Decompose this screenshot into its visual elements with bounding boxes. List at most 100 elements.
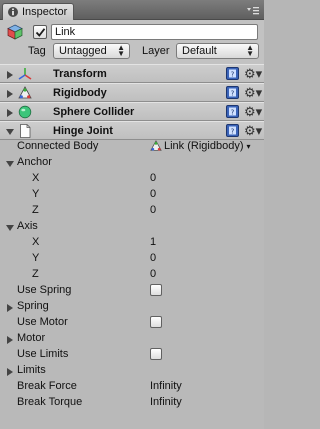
use-motor-row: Use Motor — [0, 315, 264, 331]
help-book-icon[interactable]: ? — [226, 67, 239, 80]
anchor-y-row: Y 0 — [0, 187, 264, 203]
connected-body-field[interactable]: Link (Rigidbody) ▾ — [150, 140, 251, 152]
rigidbody-icon — [18, 86, 32, 100]
axis-label: Axis — [17, 220, 38, 232]
break-force-label: Break Force — [17, 380, 77, 392]
rigidbody-icon — [150, 140, 162, 152]
axis-z-field[interactable]: 0 — [150, 268, 156, 280]
help-book-icon[interactable]: ? — [226, 124, 239, 137]
tab-label: Inspector — [22, 6, 68, 18]
anchor-label: Anchor — [17, 156, 52, 168]
object-picker-arrow-icon[interactable]: ▾ — [246, 142, 250, 151]
svg-text:?: ? — [231, 89, 235, 97]
help-book-icon[interactable]: ? — [226, 86, 239, 99]
tag-value: Untagged — [59, 45, 107, 57]
cube-icon — [7, 24, 23, 40]
info-icon — [7, 6, 19, 18]
gear-icon[interactable]: ⚙▾ — [244, 67, 262, 81]
use-spring-checkbox[interactable] — [150, 284, 162, 296]
anchor-x-row: X 0 — [0, 171, 264, 187]
axis-z-row: Z 0 — [0, 267, 264, 283]
connected-body-label: Connected Body — [17, 140, 99, 152]
component-transform[interactable]: Transform ? ⚙▾ — [0, 64, 264, 83]
use-motor-label: Use Motor — [17, 316, 68, 328]
window-tab-bar: Inspector — [0, 0, 264, 20]
anchor-x-field[interactable]: 0 — [150, 172, 156, 184]
spring-label: Spring — [17, 300, 49, 312]
break-torque-field[interactable]: Infinity — [150, 396, 182, 408]
limits-label: Limits — [17, 364, 46, 376]
break-torque-row: Break Torque Infinity — [0, 395, 264, 411]
inspector-panel: Link Tag Untagged ▲▼ Layer Default ▲▼ — [0, 20, 264, 429]
axis-y-field[interactable]: 0 — [150, 252, 156, 264]
layer-dropdown[interactable]: Default ▲ ▼ — [176, 43, 259, 59]
help-book-icon[interactable]: ? — [226, 105, 239, 118]
anchor-z-row: Z 0 — [0, 203, 264, 219]
active-checkbox[interactable] — [33, 25, 47, 39]
component-sphere-collider[interactable]: Sphere Collider ? ⚙▾ — [0, 102, 264, 121]
layer-label: Layer — [142, 45, 170, 57]
break-force-field[interactable]: Infinity — [150, 380, 182, 392]
transform-axes-icon — [18, 67, 32, 81]
connected-body-value: Link (Rigidbody) — [164, 140, 244, 152]
object-header: Link Tag Untagged ▲ ▼ Layer Default ▲ ▼ — [0, 20, 264, 65]
gear-icon[interactable]: ⚙▾ — [244, 86, 262, 100]
connected-body-row: Connected Body Link (Rigidbody) ▾ — [0, 139, 264, 155]
inspector-tab[interactable]: Inspector — [2, 3, 74, 20]
axis-foldout[interactable]: Axis — [0, 219, 264, 235]
axis-z-label: Z — [32, 268, 39, 280]
expanded-arrow-icon[interactable] — [6, 159, 14, 167]
object-name-field[interactable]: Link — [51, 24, 258, 40]
motor-foldout[interactable]: Motor — [0, 331, 264, 347]
collapsed-arrow-icon[interactable] — [6, 367, 14, 376]
panel-menu-icon[interactable] — [246, 6, 260, 16]
axis-x-label: X — [32, 172, 40, 184]
break-torque-label: Break Torque — [17, 396, 83, 408]
component-title: Rigidbody — [53, 87, 107, 99]
svg-text:?: ? — [231, 70, 235, 78]
anchor-foldout[interactable]: Anchor — [0, 155, 264, 171]
axis-y-label: Y — [32, 252, 40, 264]
anchor-z-field[interactable]: 0 — [150, 204, 156, 216]
gear-icon[interactable]: ⚙▾ — [244, 124, 262, 138]
expanded-arrow-icon[interactable] — [6, 127, 14, 135]
axis-z-label: Z — [32, 204, 39, 216]
use-spring-label: Use Spring — [17, 284, 72, 296]
axis-y-label: Y — [32, 188, 40, 200]
axis-x-label: X — [32, 236, 40, 248]
component-rigidbody[interactable]: Rigidbody ? ⚙▾ — [0, 83, 264, 102]
component-hinge-joint[interactable]: Hinge Joint ? ⚙▾ — [0, 121, 264, 140]
collapsed-arrow-icon[interactable] — [6, 89, 14, 98]
axis-y-row: Y 0 — [0, 251, 264, 267]
use-spring-row: Use Spring — [0, 283, 264, 299]
svg-text:?: ? — [231, 127, 235, 135]
layer-value: Default — [182, 45, 217, 57]
dropdown-arrows-icon: ▲ ▼ — [246, 43, 254, 58]
break-force-row: Break Force Infinity — [0, 379, 264, 395]
tag-label: Tag — [28, 45, 46, 57]
dropdown-arrows-icon: ▲ ▼ — [117, 43, 125, 58]
collapsed-arrow-icon[interactable] — [6, 335, 14, 344]
limits-foldout[interactable]: Limits — [0, 363, 264, 379]
use-motor-checkbox[interactable] — [150, 316, 162, 328]
motor-label: Motor — [17, 332, 46, 344]
axis-x-row: X 1 — [0, 235, 264, 251]
gear-icon[interactable]: ⚙▾ — [244, 105, 262, 119]
spring-foldout[interactable]: Spring — [0, 299, 264, 315]
collapsed-arrow-icon[interactable] — [6, 70, 14, 79]
collapsed-arrow-icon[interactable] — [6, 108, 14, 117]
tag-dropdown[interactable]: Untagged ▲ ▼ — [53, 43, 130, 59]
script-document-icon — [18, 124, 32, 138]
svg-text:?: ? — [231, 108, 235, 116]
sphere-collider-icon — [18, 105, 32, 119]
use-limits-checkbox[interactable] — [150, 348, 162, 360]
component-title: Transform — [53, 68, 107, 80]
anchor-y-field[interactable]: 0 — [150, 188, 156, 200]
axis-x-field[interactable]: 1 — [150, 236, 156, 248]
component-title: Hinge Joint — [53, 125, 113, 137]
use-limits-label: Use Limits — [17, 348, 69, 360]
component-title: Sphere Collider — [53, 106, 135, 118]
expanded-arrow-icon[interactable] — [6, 223, 14, 231]
collapsed-arrow-icon[interactable] — [6, 303, 14, 312]
tag-layer-row: Tag Untagged ▲ ▼ Layer Default ▲ ▼ — [0, 43, 264, 61]
